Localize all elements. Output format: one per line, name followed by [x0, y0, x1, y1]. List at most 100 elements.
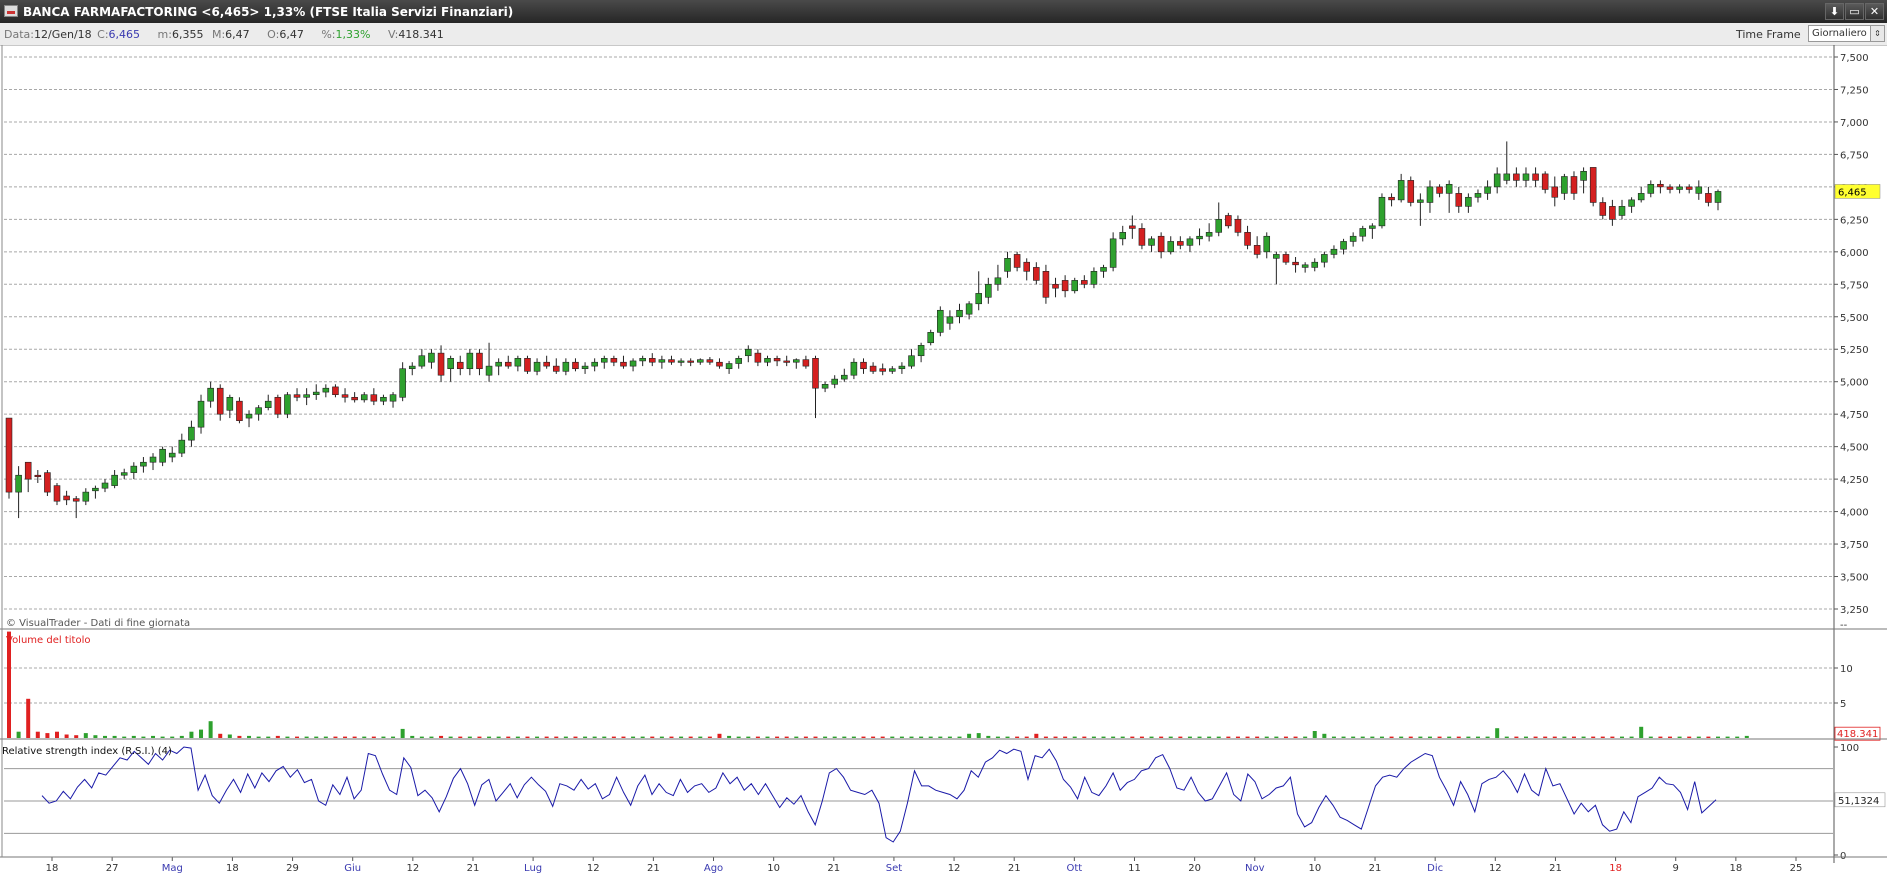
candle-up — [908, 355, 915, 367]
x-tick-label: 18 — [1609, 863, 1622, 874]
volume-bar — [602, 736, 607, 738]
x-tick-label: Dic — [1427, 863, 1443, 874]
candle-down — [370, 394, 378, 402]
candle-up — [322, 387, 330, 393]
volume-bar — [314, 736, 319, 738]
volume-bar — [352, 736, 357, 738]
volume-bar — [7, 631, 11, 738]
rsi-tick-label: 100 — [1840, 743, 1859, 754]
volume-bar — [679, 736, 684, 738]
volume-bar — [525, 736, 530, 738]
minimize-button[interactable]: ⬇ — [1825, 3, 1844, 20]
volume-bar — [295, 736, 300, 738]
candle-up — [140, 461, 147, 467]
candle-up — [793, 359, 800, 363]
volume-bar — [1303, 736, 1308, 738]
candle-up — [408, 365, 416, 370]
candle-down — [1013, 254, 1021, 268]
candle-up — [485, 365, 493, 376]
volume-bar — [122, 736, 127, 738]
volume-bar — [851, 736, 856, 738]
candle-down — [504, 361, 512, 367]
volume-bar — [803, 736, 808, 738]
candle-down — [812, 358, 819, 389]
rsi-panel[interactable]: 0100Relative strength index (R.S.I.) (4)… — [2, 743, 1886, 862]
x-tick-label: 9 — [1673, 863, 1679, 874]
volume-bar — [1523, 736, 1528, 738]
candle-down — [543, 361, 550, 367]
candle-up — [841, 374, 848, 380]
x-tick-label: 21 — [1549, 863, 1562, 874]
volume-bar — [1658, 736, 1663, 738]
volume-panel[interactable]: 510Volume del titolo418.341 — [4, 631, 1881, 741]
volume-bar — [707, 736, 712, 738]
candle-up — [1071, 280, 1079, 292]
price-tick-label: 7,000 — [1840, 118, 1869, 129]
volume-bar — [1725, 736, 1730, 738]
volume-label: V: — [387, 28, 399, 41]
price-tick-label: 4,000 — [1840, 508, 1869, 519]
volume-bar — [285, 736, 290, 738]
open-label: O: — [267, 28, 280, 41]
candle-up — [658, 359, 666, 363]
candle-down — [1244, 232, 1251, 246]
chart-app-icon — [4, 5, 18, 17]
candle-up — [101, 482, 109, 489]
volume-bar — [400, 728, 405, 738]
volume-bar — [103, 735, 108, 738]
volume-bar — [775, 736, 780, 738]
volume-bar — [1101, 736, 1106, 738]
chart-area[interactable]: 3,250 3,500 3,750 4,000 4,250 4,500 4,750 5,000… — [0, 45, 1887, 876]
volume-bar — [544, 736, 549, 738]
candle-down — [476, 352, 483, 370]
candle-up — [120, 472, 128, 476]
price-panel[interactable]: 3,250 3,500 3,750 4,000 4,250 4,500 4,750 5,000… — [4, 53, 1881, 631]
candle-up — [725, 363, 733, 370]
dropdown-arrow-icon[interactable]: ⇕ — [1870, 26, 1884, 41]
volume-bar — [1600, 736, 1605, 738]
volume-bar — [928, 736, 933, 738]
candle-up — [245, 413, 253, 419]
timeframe-value: Giornaliero — [1812, 28, 1867, 39]
maximize-button[interactable]: ▭ — [1845, 3, 1864, 20]
timeframe-select[interactable]: Giornaliero ⇕ — [1808, 25, 1885, 42]
volume-bar — [1514, 736, 1519, 738]
high-label: M: — [211, 28, 226, 41]
candle-down — [1407, 180, 1415, 203]
candle-down — [1052, 283, 1059, 289]
volume-bar — [1351, 736, 1356, 738]
watermark-text: © VisualTrader - Dati di fine giornata — [6, 618, 190, 629]
candle-up — [985, 283, 992, 298]
candle-up — [1522, 173, 1530, 181]
candle-up — [226, 396, 234, 411]
x-tick-label: Ago — [704, 863, 723, 874]
candle-up — [495, 361, 502, 367]
volume-bar — [592, 736, 597, 738]
candle-down — [216, 387, 224, 415]
volume-bar — [1226, 736, 1231, 738]
volume-bar — [1571, 736, 1576, 738]
volume-bar — [227, 734, 232, 738]
candle-up — [1311, 261, 1319, 268]
candle-up — [850, 361, 858, 376]
volume-bar — [1716, 736, 1720, 738]
candle-down — [1138, 228, 1146, 246]
candle-up — [1417, 199, 1424, 203]
x-tick-label: 18 — [226, 863, 239, 874]
volume-bar — [1082, 736, 1087, 738]
volume-bar — [1533, 736, 1538, 738]
close-button[interactable]: ✕ — [1865, 3, 1884, 20]
volume-tick-label: 5 — [1840, 699, 1846, 710]
candle-down — [1388, 196, 1395, 201]
candle-up — [1647, 183, 1655, 194]
x-tick-label: 21 — [1369, 863, 1382, 874]
volume-bar — [650, 736, 655, 738]
volume-bar — [1437, 736, 1442, 738]
volume-bar — [611, 736, 616, 738]
candle-up — [312, 391, 320, 395]
volume-bar — [631, 736, 636, 738]
candle-up — [1618, 206, 1626, 216]
candle-down — [1609, 206, 1616, 220]
candle-down — [274, 396, 282, 415]
candle-down — [572, 361, 579, 370]
